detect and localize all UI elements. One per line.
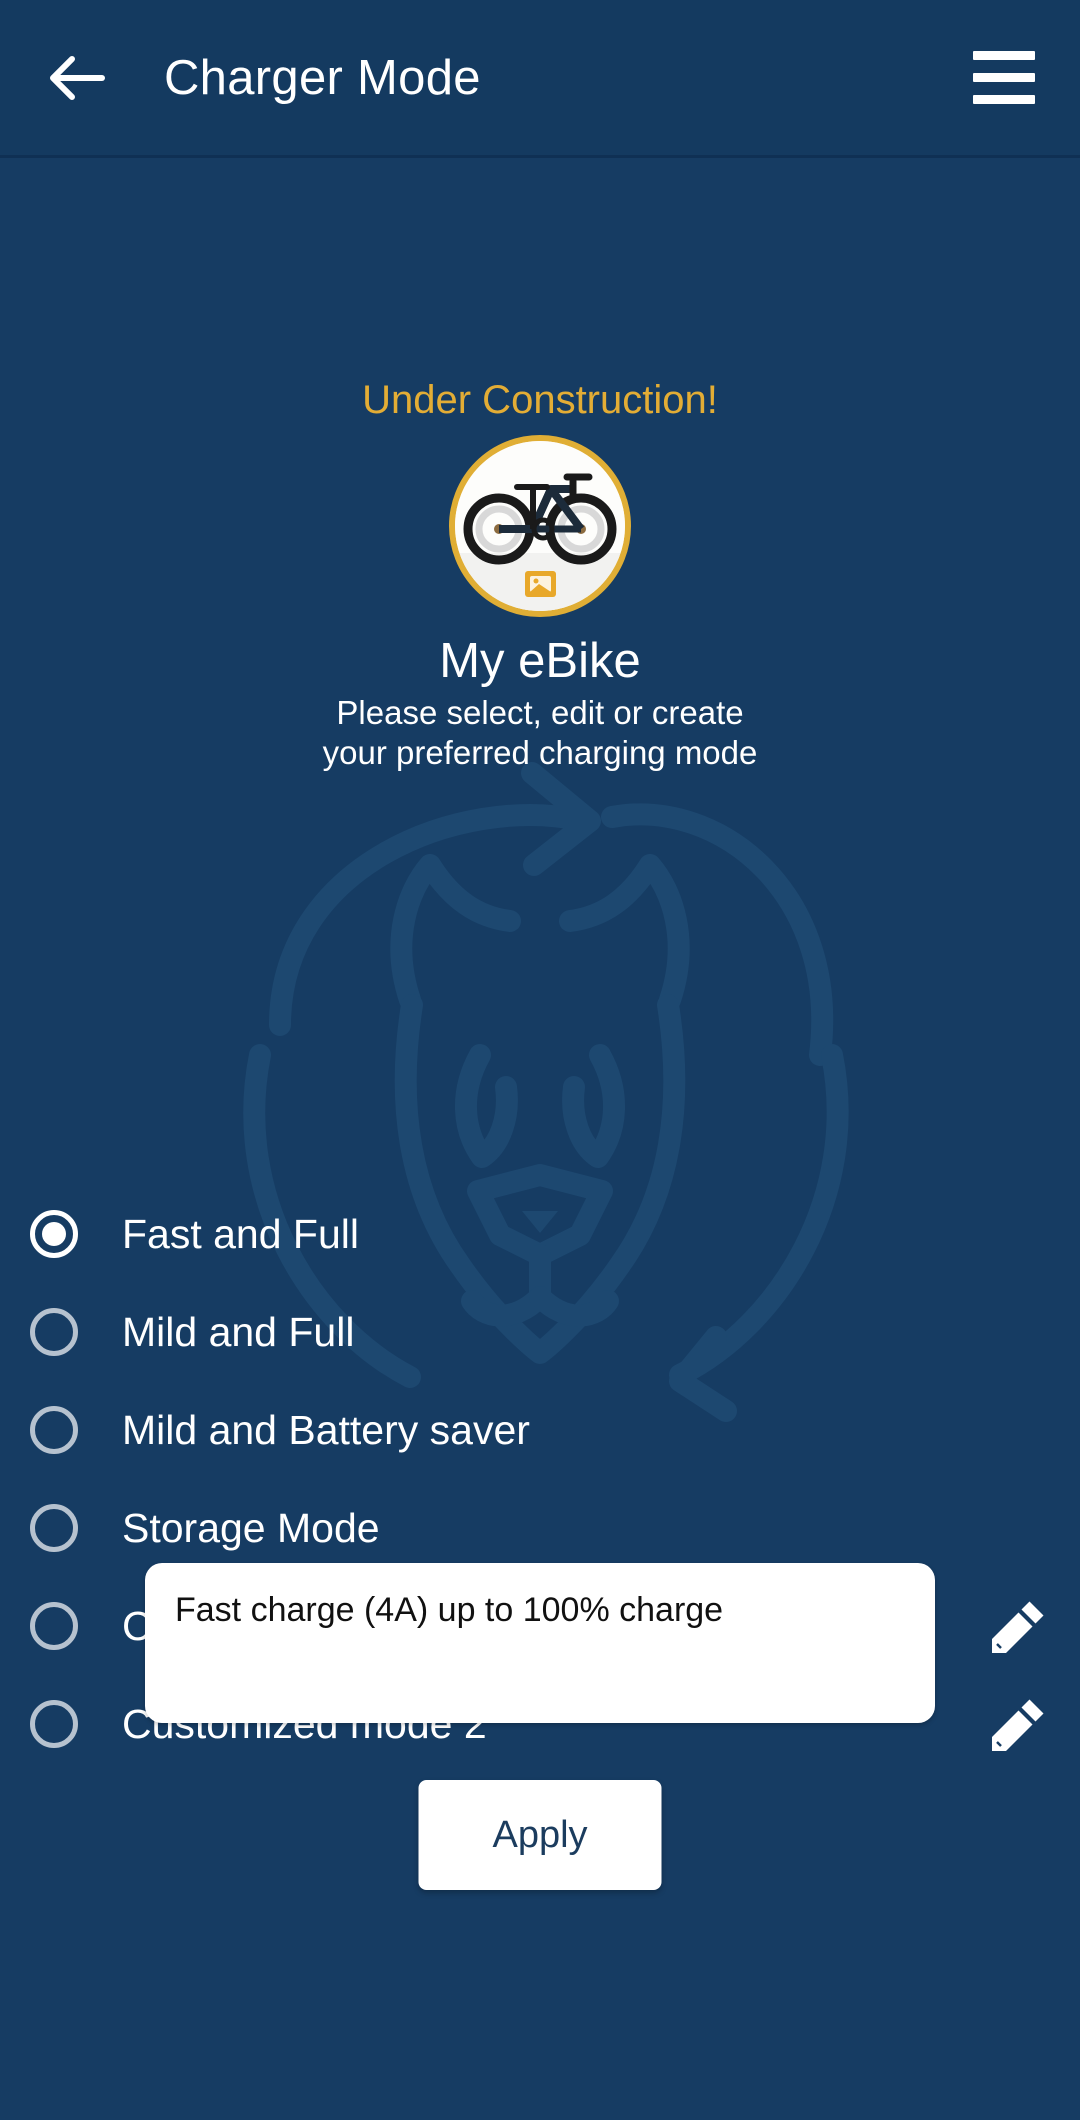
instruction-line-2: your preferred charging mode xyxy=(322,734,758,771)
app-bar: Charger Mode xyxy=(0,0,1080,158)
menu-bar-1 xyxy=(973,51,1035,60)
menu-bar-2 xyxy=(973,73,1035,82)
mode-description-text: Fast charge (4A) up to 100% charge xyxy=(175,1591,724,1629)
under-construction-banner: Under Construction! xyxy=(362,378,718,422)
mode-label: Fast and Full xyxy=(122,1210,359,1257)
device-avatar-wrap xyxy=(449,435,631,617)
apply-button[interactable]: Apply xyxy=(418,1780,662,1890)
radio-customized-mode-1[interactable] xyxy=(30,1602,78,1650)
mode-row-mild-and-battery-saver[interactable]: Mild and Battery saver xyxy=(0,1381,1080,1479)
mode-row-fast-and-full[interactable]: Fast and Full xyxy=(0,1185,1080,1283)
radio-customized-mode-2[interactable] xyxy=(30,1700,78,1748)
instruction-line-1: Please select, edit or create xyxy=(336,694,744,731)
mode-label: Storage Mode xyxy=(122,1504,380,1551)
arrow-left-icon xyxy=(50,55,105,100)
mode-label: Mild and Battery saver xyxy=(122,1406,530,1453)
pencil-edit-icon-customized-mode-2[interactable] xyxy=(988,1693,1050,1755)
device-name: My eBike xyxy=(439,634,641,688)
radio-mild-and-full[interactable] xyxy=(30,1308,78,1356)
pencil-edit-icon-customized-mode-1[interactable] xyxy=(988,1595,1050,1657)
page-title: Charger Mode xyxy=(164,50,481,105)
image-placeholder-badge xyxy=(525,571,556,597)
avatar[interactable] xyxy=(449,435,631,617)
back-button[interactable] xyxy=(22,23,132,133)
radio-fast-and-full[interactable] xyxy=(30,1210,78,1258)
device-hero: Under Construction! My eBike Please sele… xyxy=(0,155,1080,773)
menu-bar-3 xyxy=(973,95,1035,104)
radio-storage-mode[interactable] xyxy=(30,1504,78,1552)
hamburger-menu-icon[interactable] xyxy=(956,30,1052,126)
radio-mild-and-battery-saver[interactable] xyxy=(30,1406,78,1454)
mode-row-mild-and-full[interactable]: Mild and Full xyxy=(0,1283,1080,1381)
mode-label: Mild and Full xyxy=(122,1308,355,1355)
mode-description-box: Fast charge (4A) up to 100% charge xyxy=(145,1563,935,1723)
